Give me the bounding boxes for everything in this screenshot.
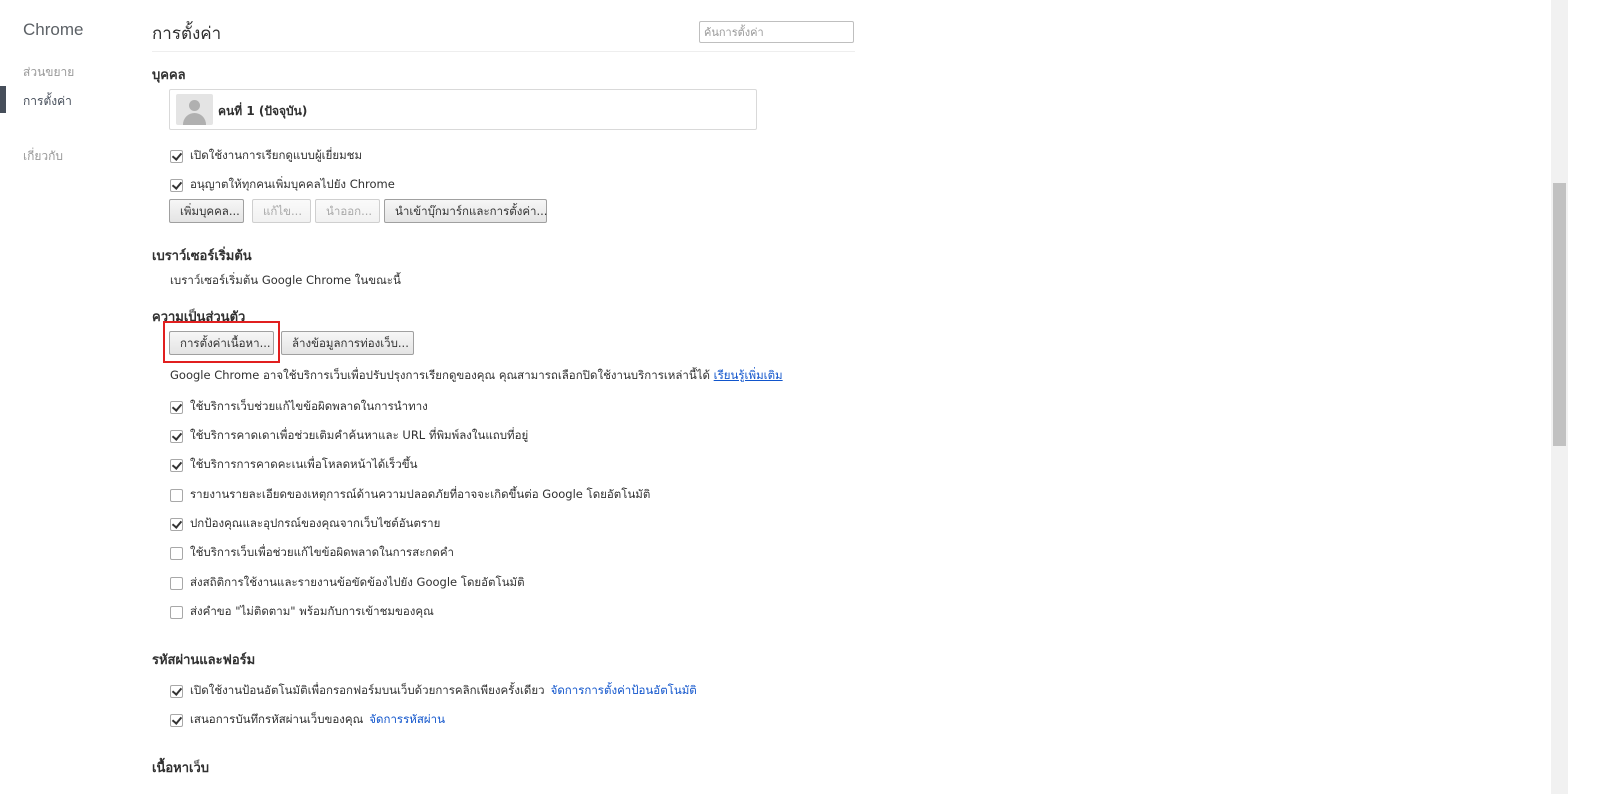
allow-add-person-checkbox[interactable] <box>170 178 183 192</box>
import-bookmarks-button[interactable]: นำเข้าบุ๊กมาร์กและการตั้งค่า... <box>384 199 547 223</box>
clear-browsing-data-button[interactable]: ล้างข้อมูลการท่องเว็บ... <box>281 331 414 355</box>
sidebar-item-about[interactable]: เกี่ยวกับ <box>23 147 63 166</box>
sidebar-item-extensions[interactable]: ส่วนขยาย <box>23 63 74 82</box>
option-label: ใช้บริการเว็บช่วยแก้ไขข้อผิดพลาดในการนำท… <box>190 399 428 413</box>
checkbox[interactable] <box>170 458 183 472</box>
search-settings-input[interactable] <box>699 21 854 43</box>
allow-add-person-label: อนุญาตให้ทุกคนเพิ่มบุคคลไปยัง Chrome <box>190 177 395 191</box>
checkbox[interactable] <box>170 429 183 443</box>
save-passwords-label: เสนอการบันทึกรหัสผ่านเว็บของคุณ <box>190 712 364 726</box>
autofill-label: เปิดใช้งานป้อนอัตโนมัติเพื่อกรอกฟอร์มบนเ… <box>190 683 545 697</box>
privacy-option[interactable]: ปกป้องคุณและอุปกรณ์ของคุณจากเว็บไซต์อันต… <box>170 516 440 532</box>
guest-browsing-option[interactable]: เปิดใช้งานการเรียกดูแบบผู้เยี่ยมชม <box>170 148 362 164</box>
option-label: รายงานรายละเอียดของเหตุการณ์ด้านความปลอด… <box>190 487 651 501</box>
guest-browsing-label: เปิดใช้งานการเรียกดูแบบผู้เยี่ยมชม <box>190 148 363 162</box>
add-person-button[interactable]: เพิ่มบุคคล... <box>169 199 244 223</box>
header-divider <box>152 51 855 52</box>
edit-person-button[interactable]: แก้ไข... <box>252 199 311 223</box>
option-label: ใช้บริการเว็บเพื่อช่วยแก้ไขข้อผิดพลาดในก… <box>190 545 455 559</box>
manage-passwords-link[interactable]: จัดการรหัสผ่าน <box>369 711 445 729</box>
privacy-option[interactable]: ใช้บริการการคาดคะเนเพื่อโหลดหน้าได้เร็วข… <box>170 457 418 473</box>
page-title: การตั้งค่า <box>152 24 222 44</box>
section-title-passwords: รหัสผ่านและฟอร์ม <box>152 653 256 668</box>
active-indicator <box>0 86 6 113</box>
manage-autofill-link[interactable]: จัดการการตั้งค่าป้อนอัตโนมัติ <box>551 682 697 700</box>
content-settings-button[interactable]: การตั้งค่าเนื้อหา... <box>169 331 274 355</box>
profile-name: คนที่ 1 (ปัจจุบัน) <box>218 104 308 118</box>
option-label: ใช้บริการการคาดคะเนเพื่อโหลดหน้าได้เร็วข… <box>190 457 418 471</box>
app-title: Chrome <box>23 20 84 39</box>
autofill-checkbox[interactable] <box>170 684 183 698</box>
privacy-option[interactable]: ใช้บริการคาดเดาเพื่อช่วยเติมคำค้นหาและ U… <box>170 428 528 444</box>
option-label: ส่งคำขอ "ไม่ติดตาม" พร้อมกับการเข้าชมของ… <box>190 604 434 618</box>
privacy-description: Google Chrome อาจใช้บริการเว็บเพื่อปรับป… <box>170 367 783 385</box>
avatar-head-shape <box>189 100 200 111</box>
save-passwords-checkbox[interactable] <box>170 713 183 727</box>
checkbox[interactable] <box>170 546 183 560</box>
section-title-web-content: เนื้อหาเว็บ <box>152 761 210 776</box>
autofill-option[interactable]: เปิดใช้งานป้อนอัตโนมัติเพื่อกรอกฟอร์มบนเ… <box>170 683 697 699</box>
sidebar: Chrome ส่วนขยาย การตั้งค่า เกี่ยวกับ <box>0 0 140 794</box>
privacy-option[interactable]: รายงานรายละเอียดของเหตุการณ์ด้านความปลอด… <box>170 487 650 503</box>
option-label: ปกป้องคุณและอุปกรณ์ของคุณจากเว็บไซต์อันต… <box>190 516 441 530</box>
window-margin <box>1568 0 1600 794</box>
scrollbar-thumb[interactable] <box>1553 183 1566 446</box>
allow-add-person-option[interactable]: อนุญาตให้ทุกคนเพิ่มบุคคลไปยัง Chrome <box>170 177 395 193</box>
privacy-option[interactable]: ส่งคำขอ "ไม่ติดตาม" พร้อมกับการเข้าชมของ… <box>170 604 434 620</box>
guest-browsing-checkbox[interactable] <box>170 149 183 163</box>
option-label: ส่งสถิติการใช้งานและรายงานข้อขัดข้องไปยั… <box>190 575 525 589</box>
privacy-option[interactable]: ส่งสถิติการใช้งานและรายงานข้อขัดข้องไปยั… <box>170 575 525 591</box>
default-browser-status: เบราว์เซอร์เริ่มต้น Google Chrome ในขณะน… <box>170 273 401 287</box>
sidebar-item-settings[interactable]: การตั้งค่า <box>23 92 72 111</box>
checkbox[interactable] <box>170 605 183 619</box>
section-title-people: บุคคล <box>152 68 186 83</box>
avatar <box>176 94 213 125</box>
privacy-option[interactable]: ใช้บริการเว็บช่วยแก้ไขข้อผิดพลาดในการนำท… <box>170 399 428 415</box>
privacy-description-text: Google Chrome อาจใช้บริการเว็บเพื่อปรับป… <box>170 368 711 382</box>
learn-more-link[interactable]: เรียนรู้เพิ่มเติม <box>714 368 783 382</box>
save-passwords-option[interactable]: เสนอการบันทึกรหัสผ่านเว็บของคุณ จัดการรห… <box>170 712 445 728</box>
checkbox[interactable] <box>170 517 183 531</box>
option-label: ใช้บริการคาดเดาเพื่อช่วยเติมคำค้นหาและ U… <box>190 428 529 442</box>
avatar-body-shape <box>183 113 206 125</box>
settings-main: การตั้งค่า บุคคล คนที่ 1 (ปัจจุบัน) เปิด… <box>152 0 872 794</box>
checkbox[interactable] <box>170 576 183 590</box>
remove-person-button[interactable]: นำออก... <box>315 199 380 223</box>
section-title-default-browser: เบราว์เซอร์เริ่มต้น <box>152 249 252 264</box>
vertical-scrollbar[interactable] <box>1551 0 1568 794</box>
privacy-option[interactable]: ใช้บริการเว็บเพื่อช่วยแก้ไขข้อผิดพลาดในก… <box>170 545 454 561</box>
checkbox[interactable] <box>170 400 183 414</box>
checkbox[interactable] <box>170 488 183 502</box>
profile-list[interactable]: คนที่ 1 (ปัจจุบัน) <box>169 89 757 130</box>
